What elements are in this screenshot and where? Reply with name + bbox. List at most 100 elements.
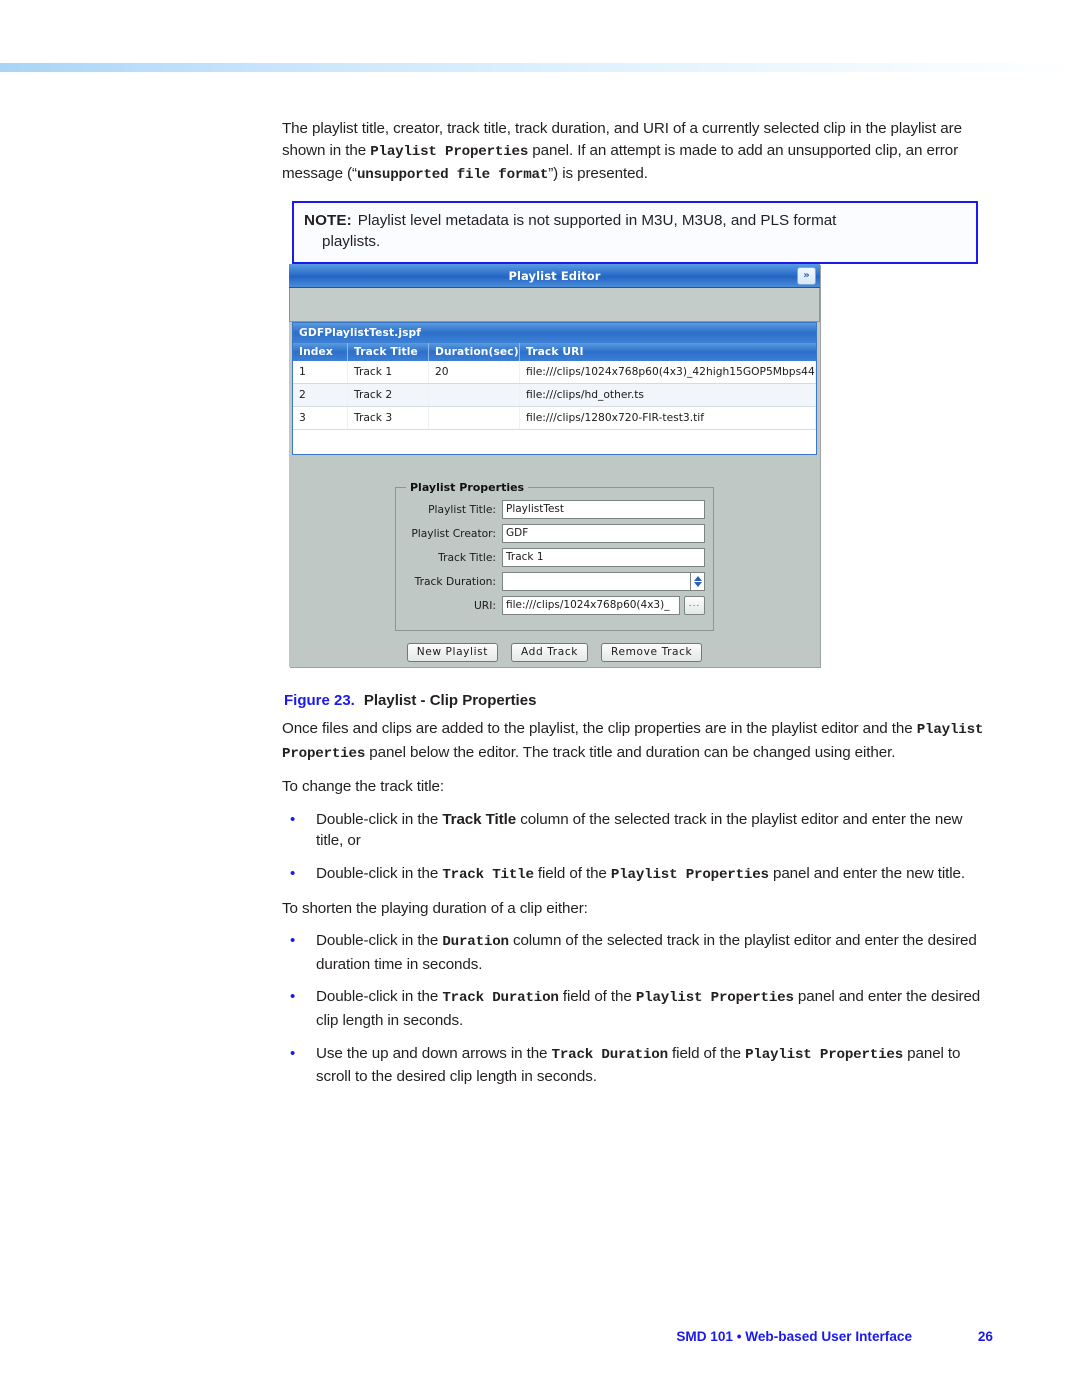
field-row-playlist-title: Playlist Title: PlaylistTest [404, 500, 705, 519]
bullet1-strong-track-title: Track Title [442, 810, 517, 828]
intro-paragraph: The playlist title, creator, track title… [282, 118, 992, 187]
list-item: • Double-click in the Track Title column … [282, 809, 992, 852]
cell-index: 3 [293, 406, 348, 430]
field-row-playlist-creator: Playlist Creator: GDF [404, 524, 705, 543]
playlist-properties-area: Playlist Properties Playlist Title: Play… [289, 455, 820, 662]
cell-title[interactable]: Track 2 [347, 383, 429, 407]
remove-track-button[interactable]: Remove Track [601, 643, 703, 662]
figure-caption: Figure 23. Playlist - Clip Properties [284, 692, 536, 709]
playlist-table-container: GDFPlaylistTest.jspf Index Track Title D… [292, 322, 817, 455]
spinner-down-arrow-icon[interactable] [693, 582, 702, 587]
bullet2-mono-playlist-properties: Playlist Properties [610, 866, 769, 883]
list-item: • Double-click in the Duration column of … [282, 930, 992, 975]
playlist-creator-input[interactable]: GDF [502, 524, 705, 543]
playlist-editor-titlebar: Playlist Editor » [289, 264, 820, 288]
bullet-icon: • [290, 1044, 296, 1062]
playlist-title-input[interactable]: PlaylistTest [502, 500, 705, 519]
cell-uri: file:///clips/1024x768p60(4x3)_42high15G… [519, 361, 816, 384]
bullet2-mono-track-title: Track Title [442, 866, 534, 883]
label-uri: URI: [473, 599, 496, 612]
table-row[interactable]: 1 Track 1 20 file:///clips/1024x768p60(4… [293, 361, 816, 384]
lower-p1-text-b: panel below the editor. The track title … [365, 743, 896, 761]
field-row-track-duration: Track Duration: [404, 572, 705, 591]
field-row-track-title: Track Title: Track 1 [404, 548, 705, 567]
bullet4-mono-playlist-properties: Playlist Properties [635, 990, 794, 1007]
add-track-button[interactable]: Add Track [511, 643, 589, 662]
list-item: • Double-click in the Track Title field o… [282, 863, 992, 887]
figure-number: Figure 23. [284, 692, 355, 709]
page-footer: SMD 101 • Web-based User Interface 26 [0, 1329, 1080, 1351]
playlist-editor-title: Playlist Editor [508, 268, 601, 283]
bullet2-mid: field of the [533, 864, 611, 882]
cell-duration[interactable]: 20 [428, 361, 520, 384]
cell-index: 2 [293, 383, 348, 407]
lower-paragraph-2: To change the track title: [282, 778, 445, 796]
label-track-title: Track Title: [438, 551, 496, 564]
double-chevron-right-icon[interactable]: » [797, 267, 816, 285]
uri-input[interactable]: file:///clips/1024x768p60(4x3)_ [502, 596, 680, 615]
figure-title: Playlist - Clip Properties [363, 692, 537, 709]
bullet1-pre: Double-click in the [316, 810, 443, 828]
note-callout: NOTE: Playlist level metadata is not supp… [292, 200, 978, 264]
table-header-row: Index Track Title Duration(sec) Track UR… [293, 343, 816, 361]
label-track-duration: Track Duration: [414, 575, 496, 588]
field-row-uri: URI: file:///clips/1024x768p60(4x3)_ ... [404, 596, 705, 615]
column-header-index[interactable]: Index [293, 343, 348, 361]
intro-mono-playlist-properties: Playlist Properties [370, 143, 529, 160]
playlist-action-buttons: New Playlist Add Track Remove Track [289, 643, 820, 662]
cell-duration[interactable] [428, 383, 520, 407]
expand-glyph: » [803, 270, 810, 281]
cell-title[interactable]: Track 1 [347, 361, 429, 384]
playlist-properties-legend: Playlist Properties [410, 481, 525, 494]
bullet5-pre: Use the up and down arrows in the [316, 1044, 552, 1062]
list-item: • Use the up and down arrows in the Track… [282, 1043, 992, 1088]
spinner-up-arrow-icon[interactable] [693, 576, 702, 581]
bullet5-mono-playlist-properties: Playlist Properties [745, 1046, 904, 1063]
bullet4-mid: field of the [558, 988, 636, 1006]
bullet-icon: • [290, 932, 296, 950]
cell-index: 1 [293, 361, 348, 384]
page-header-accent-band [0, 63, 1080, 72]
bullet-icon: • [290, 864, 296, 882]
footer-page-number: 26 [977, 1329, 993, 1344]
playlist-properties-fieldset: Playlist Properties Playlist Title: Play… [395, 481, 714, 631]
bullet-icon: • [290, 810, 296, 828]
bullet2-pre: Double-click in the [316, 864, 443, 882]
bullet5-mid: field of the [667, 1044, 746, 1062]
column-header-duration[interactable]: Duration(sec) [428, 343, 520, 361]
up-down-spinner-icon[interactable] [691, 572, 705, 591]
bullet3-mono-duration: Duration [442, 934, 509, 951]
bullet2-post: panel and enter the new title. [768, 864, 966, 882]
table-row[interactable]: 2 Track 2 file:///clips/hd_other.ts [293, 383, 816, 407]
browse-button[interactable]: ... [684, 596, 705, 615]
note-label: NOTE: [304, 211, 352, 229]
track-duration-input[interactable] [502, 572, 691, 591]
lower-p1-text-a: Once files and clips are added to the pl… [282, 720, 917, 737]
table-empty-space [293, 430, 816, 454]
column-header-track-uri[interactable]: Track URI [519, 343, 816, 361]
table-row[interactable]: 3 Track 3 file:///clips/1280x720-FIR-tes… [293, 406, 816, 430]
note-continuation-text: playlists. [322, 233, 381, 251]
new-playlist-button[interactable]: New Playlist [406, 643, 499, 662]
bullet3-pre: Double-click in the [316, 932, 443, 950]
lower-paragraph-3: To shorten the playing duration of a cli… [282, 899, 588, 917]
cell-uri: file:///clips/hd_other.ts [519, 383, 816, 407]
bullet4-pre: Double-click in the [316, 988, 443, 1006]
playlist-editor-screenshot: Playlist Editor » GDFPlaylistTest.jspf I… [289, 264, 820, 667]
bullet4-mono-track-duration: Track Duration [442, 990, 559, 1007]
note-first-line: NOTE: Playlist level metadata is not supp… [304, 210, 966, 253]
track-title-input[interactable]: Track 1 [502, 548, 705, 567]
page-body-top: The playlist title, creator, track title… [282, 118, 992, 264]
bullet5-mono-track-duration: Track Duration [551, 1046, 669, 1063]
page-body-bottom: Once files and clips are added to the pl… [282, 718, 992, 1099]
label-playlist-title: Playlist Title: [428, 503, 496, 516]
lower-paragraph-1: Once files and clips are added to the pl… [282, 718, 992, 765]
playlist-filename-bar: GDFPlaylistTest.jspf [293, 323, 816, 343]
cell-title[interactable]: Track 3 [347, 406, 429, 430]
cell-uri: file:///clips/1280x720-FIR-test3.tif [519, 406, 816, 430]
playlist-editor-toolbar-strip [289, 288, 820, 322]
bullet-icon: • [290, 988, 296, 1006]
cell-duration[interactable] [428, 406, 520, 430]
note-body-text: Playlist level metadata is not supported… [357, 211, 837, 229]
column-header-track-title[interactable]: Track Title [347, 343, 429, 361]
